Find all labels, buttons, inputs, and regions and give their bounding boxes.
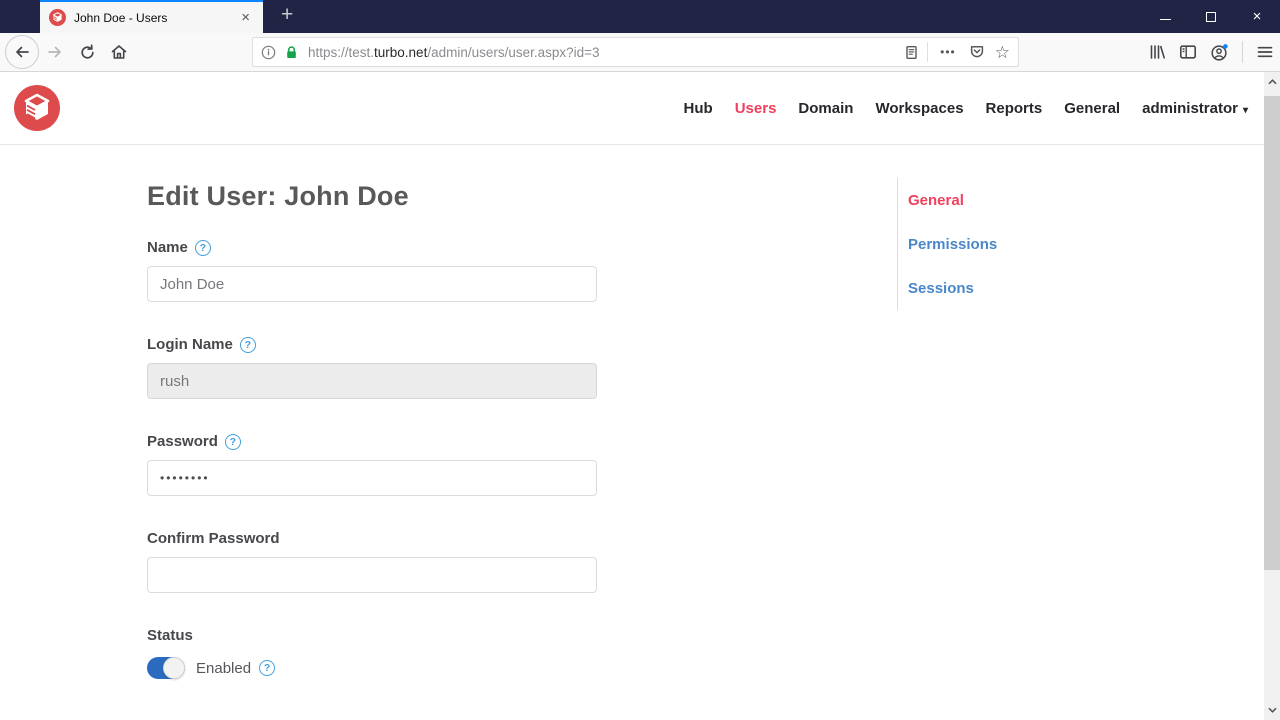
scroll-up-icon[interactable] [1264, 74, 1280, 90]
browser-tab[interactable]: John Doe - Users × [40, 0, 263, 33]
name-label-row: Name ? [147, 239, 597, 256]
help-icon[interactable]: ? [239, 336, 256, 353]
site-nav: Hub Users Domain Workspaces Reports Gene… [662, 72, 1248, 144]
sidebar-toggle-icon[interactable] [1179, 43, 1197, 61]
maximize-icon [1206, 11, 1216, 22]
confirm-password-label: Confirm Password [147, 530, 280, 547]
status-toggle[interactable] [147, 657, 185, 679]
chevron-down-icon: ▾ [1242, 104, 1248, 116]
toggle-knob-icon [163, 657, 185, 679]
name-label: Name [147, 239, 188, 256]
urlbar-separator [927, 42, 929, 62]
page-title: Edit User: John Doe [147, 181, 409, 211]
side-menu: General Permissions Sessions [897, 178, 1077, 310]
nav-item-general[interactable]: General [1064, 100, 1120, 117]
toolbar-right-icons [1135, 41, 1274, 63]
url-scheme: https://test. [308, 44, 375, 60]
side-menu-item-permissions[interactable]: Permissions [908, 237, 1077, 253]
password-label: Password [147, 433, 218, 450]
home-button[interactable] [110, 43, 128, 61]
confirm-password-input[interactable] [147, 557, 597, 593]
status-label-row: Status [147, 627, 597, 644]
scrollbar-thumb[interactable] [1264, 96, 1280, 570]
status-row: Enabled ? [147, 657, 597, 679]
help-icon[interactable]: ? [194, 239, 211, 256]
forward-button[interactable] [46, 43, 64, 61]
site-favicon-icon [49, 9, 66, 26]
vertical-scrollbar[interactable] [1264, 72, 1280, 720]
pocket-icon[interactable] [969, 44, 985, 60]
page-info-icon[interactable] [261, 45, 276, 60]
url-text: https://test.turbo.net/admin/users/user.… [308, 45, 904, 60]
account-icon[interactable] [1210, 43, 1229, 62]
window-controls: × [1142, 0, 1280, 33]
side-menu-item-general[interactable]: General [908, 193, 1077, 209]
url-path: /admin/users/user.aspx?id=3 [427, 44, 600, 60]
account-menu[interactable]: administrator ▾ [1142, 100, 1248, 117]
close-window-button[interactable]: × [1234, 0, 1280, 33]
password-input[interactable] [147, 460, 597, 496]
turbo-logo-icon[interactable] [14, 85, 60, 131]
nav-item-reports[interactable]: Reports [986, 100, 1043, 117]
bookmark-star-icon[interactable]: ☆ [995, 44, 1010, 61]
back-arrow-icon [13, 43, 31, 61]
edit-user-form: Edit User: John Doe Name ? Login Name ? … [147, 145, 597, 679]
tab-strip-spacer [0, 0, 40, 33]
site-header: Hub Users Domain Workspaces Reports Gene… [0, 72, 1264, 145]
nav-item-domain[interactable]: Domain [798, 100, 853, 117]
page-content: Edit User: John Doe Name ? Login Name ? … [0, 145, 1264, 719]
nav-item-workspaces[interactable]: Workspaces [875, 100, 963, 117]
nav-item-users[interactable]: Users [735, 100, 777, 117]
url-bar[interactable]: https://test.turbo.net/admin/users/user.… [252, 37, 1019, 67]
tab-close-icon[interactable]: × [237, 8, 254, 27]
login-name-label: Login Name [147, 336, 233, 353]
login-name-label-row: Login Name ? [147, 336, 597, 353]
maximize-button[interactable] [1188, 0, 1234, 33]
library-icon[interactable] [1148, 43, 1166, 61]
status-label: Status [147, 627, 193, 644]
back-button[interactable] [5, 35, 39, 69]
password-label-row: Password ? [147, 433, 597, 450]
reader-mode-icon[interactable] [904, 45, 919, 60]
web-page: Hub Users Domain Workspaces Reports Gene… [0, 72, 1264, 720]
titlebar: John Doe - Users × + × [0, 0, 1280, 33]
status-value: Enabled [196, 659, 252, 677]
lock-icon[interactable] [284, 45, 299, 60]
menu-hamburger-icon[interactable] [1256, 43, 1274, 61]
browser-toolbar: https://test.turbo.net/admin/users/user.… [0, 33, 1280, 72]
account-menu-label: administrator [1142, 99, 1238, 117]
minimize-button[interactable] [1142, 0, 1188, 33]
side-menu-item-sessions[interactable]: Sessions [908, 281, 1077, 297]
nav-item-hub[interactable]: Hub [684, 100, 713, 117]
url-domain: turbo.net [374, 44, 428, 60]
tab-title: John Doe - Users [74, 10, 168, 25]
toolbar-separator [1242, 41, 1243, 63]
name-input[interactable] [147, 266, 597, 302]
scroll-down-icon[interactable] [1264, 702, 1280, 718]
new-tab-button[interactable]: + [275, 4, 299, 33]
help-icon[interactable]: ? [224, 433, 241, 450]
reload-button[interactable] [79, 43, 96, 61]
help-icon[interactable]: ? [259, 660, 276, 676]
page-actions-button[interactable]: ••• [940, 45, 956, 59]
confirm-password-label-row: Confirm Password [147, 530, 597, 547]
login-name-input [147, 363, 597, 399]
minimize-icon [1159, 19, 1171, 20]
